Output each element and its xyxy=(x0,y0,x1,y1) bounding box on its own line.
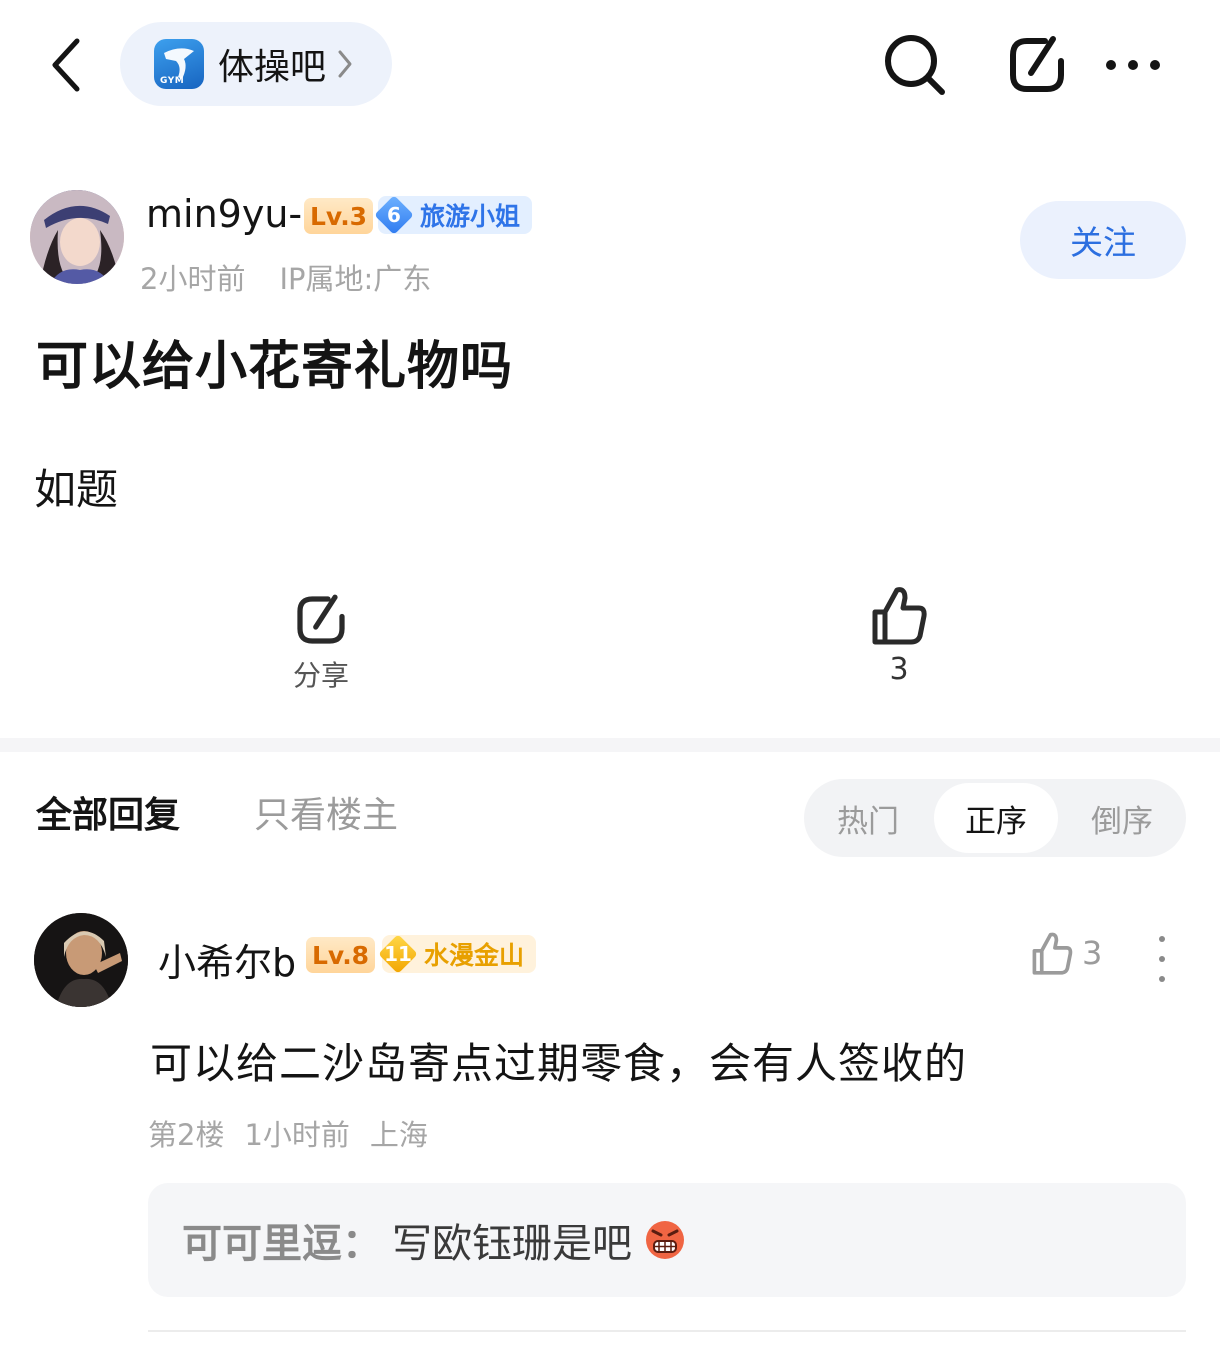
sub-reply[interactable]: 可可里逗： 写欧钰珊是吧 xyxy=(148,1183,1186,1297)
more-vertical-icon xyxy=(1159,936,1165,942)
share-icon xyxy=(297,594,345,644)
more-menu-button[interactable] xyxy=(1098,30,1168,100)
forum-name: 体操吧 xyxy=(218,47,327,88)
chevron-right-icon xyxy=(336,48,354,80)
like-action[interactable]: 3 xyxy=(858,584,940,687)
angry-face-emoji-icon xyxy=(646,1221,684,1259)
reply-divider xyxy=(148,1330,1186,1332)
share-action[interactable]: 分享 xyxy=(280,592,362,694)
sort-toggle: 热门 正序 倒序 xyxy=(804,779,1186,857)
post-title: 可以给小花寄礼物吗 xyxy=(36,337,514,397)
share-button-top[interactable] xyxy=(1002,30,1072,100)
post-time: 2小时前 xyxy=(140,262,246,296)
search-icon xyxy=(885,35,945,95)
forum-entry[interactable]: GYM 体操吧 xyxy=(120,22,392,106)
reply-author-name[interactable]: 小希尔b xyxy=(158,932,296,987)
section-divider xyxy=(0,738,1220,752)
more-horizontal-icon xyxy=(1106,60,1160,70)
sort-hot[interactable]: 热门 xyxy=(804,779,932,857)
thumbs-up-icon xyxy=(1032,932,1073,975)
sort-ascending[interactable]: 正序 xyxy=(934,783,1058,853)
back-button[interactable] xyxy=(36,30,96,100)
reply-honor-badge: 11 水漫金山 xyxy=(382,935,537,973)
tab-op-only[interactable]: 只看楼主 xyxy=(254,786,398,838)
reply-location: 上海 xyxy=(369,1118,428,1152)
reply-like-count: 3 xyxy=(1082,934,1103,972)
reply-content: 可以给二沙岛寄点过期零食，会有人签收的 xyxy=(150,1039,968,1088)
reply-honor-title: 水漫金山 xyxy=(424,941,525,970)
share-label: 分享 xyxy=(292,659,349,692)
like-count: 3 xyxy=(889,652,909,687)
author-level-badge: Lv.3 xyxy=(304,198,374,234)
diamond-icon: 6 xyxy=(374,195,414,235)
tab-all-replies[interactable]: 全部回复 xyxy=(36,786,180,838)
reply-like-button[interactable]: 3 xyxy=(1030,930,1102,976)
reply-floor: 第2楼 xyxy=(148,1118,225,1152)
author-name[interactable]: min9yu- xyxy=(146,192,302,236)
forum-logo: GYM xyxy=(154,39,204,89)
share-icon xyxy=(1010,36,1064,92)
reply-level-badge: Lv.8 xyxy=(306,937,376,973)
sub-reply-author[interactable]: 可可里逗： xyxy=(182,1211,382,1269)
post-ip-location: IP属地:广东 xyxy=(279,262,432,296)
post-body: 如题 xyxy=(34,465,119,514)
author-avatar[interactable] xyxy=(30,190,124,284)
thumbs-up-icon xyxy=(872,587,927,645)
forum-logo-text: GYM xyxy=(160,76,185,86)
reply-author-avatar[interactable] xyxy=(34,913,128,1007)
reply-meta: 第2楼 1小时前 上海 xyxy=(148,1112,428,1154)
author-honor-badge: 6 旅游小姐 xyxy=(378,196,533,234)
diamond-icon: 11 xyxy=(378,934,418,974)
sort-descending[interactable]: 倒序 xyxy=(1058,779,1186,857)
follow-button[interactable]: 关注 xyxy=(1020,201,1186,279)
chevron-left-icon xyxy=(52,38,80,92)
reply-time: 1小时前 xyxy=(244,1118,350,1152)
search-button[interactable] xyxy=(880,30,950,100)
post-meta: 2小时前 IP属地:广东 xyxy=(140,256,431,298)
author-honor-title: 旅游小姐 xyxy=(420,202,521,231)
sub-reply-text: 写欧钰珊是吧 xyxy=(392,1221,632,1267)
reply-more-button[interactable] xyxy=(1148,936,1176,982)
